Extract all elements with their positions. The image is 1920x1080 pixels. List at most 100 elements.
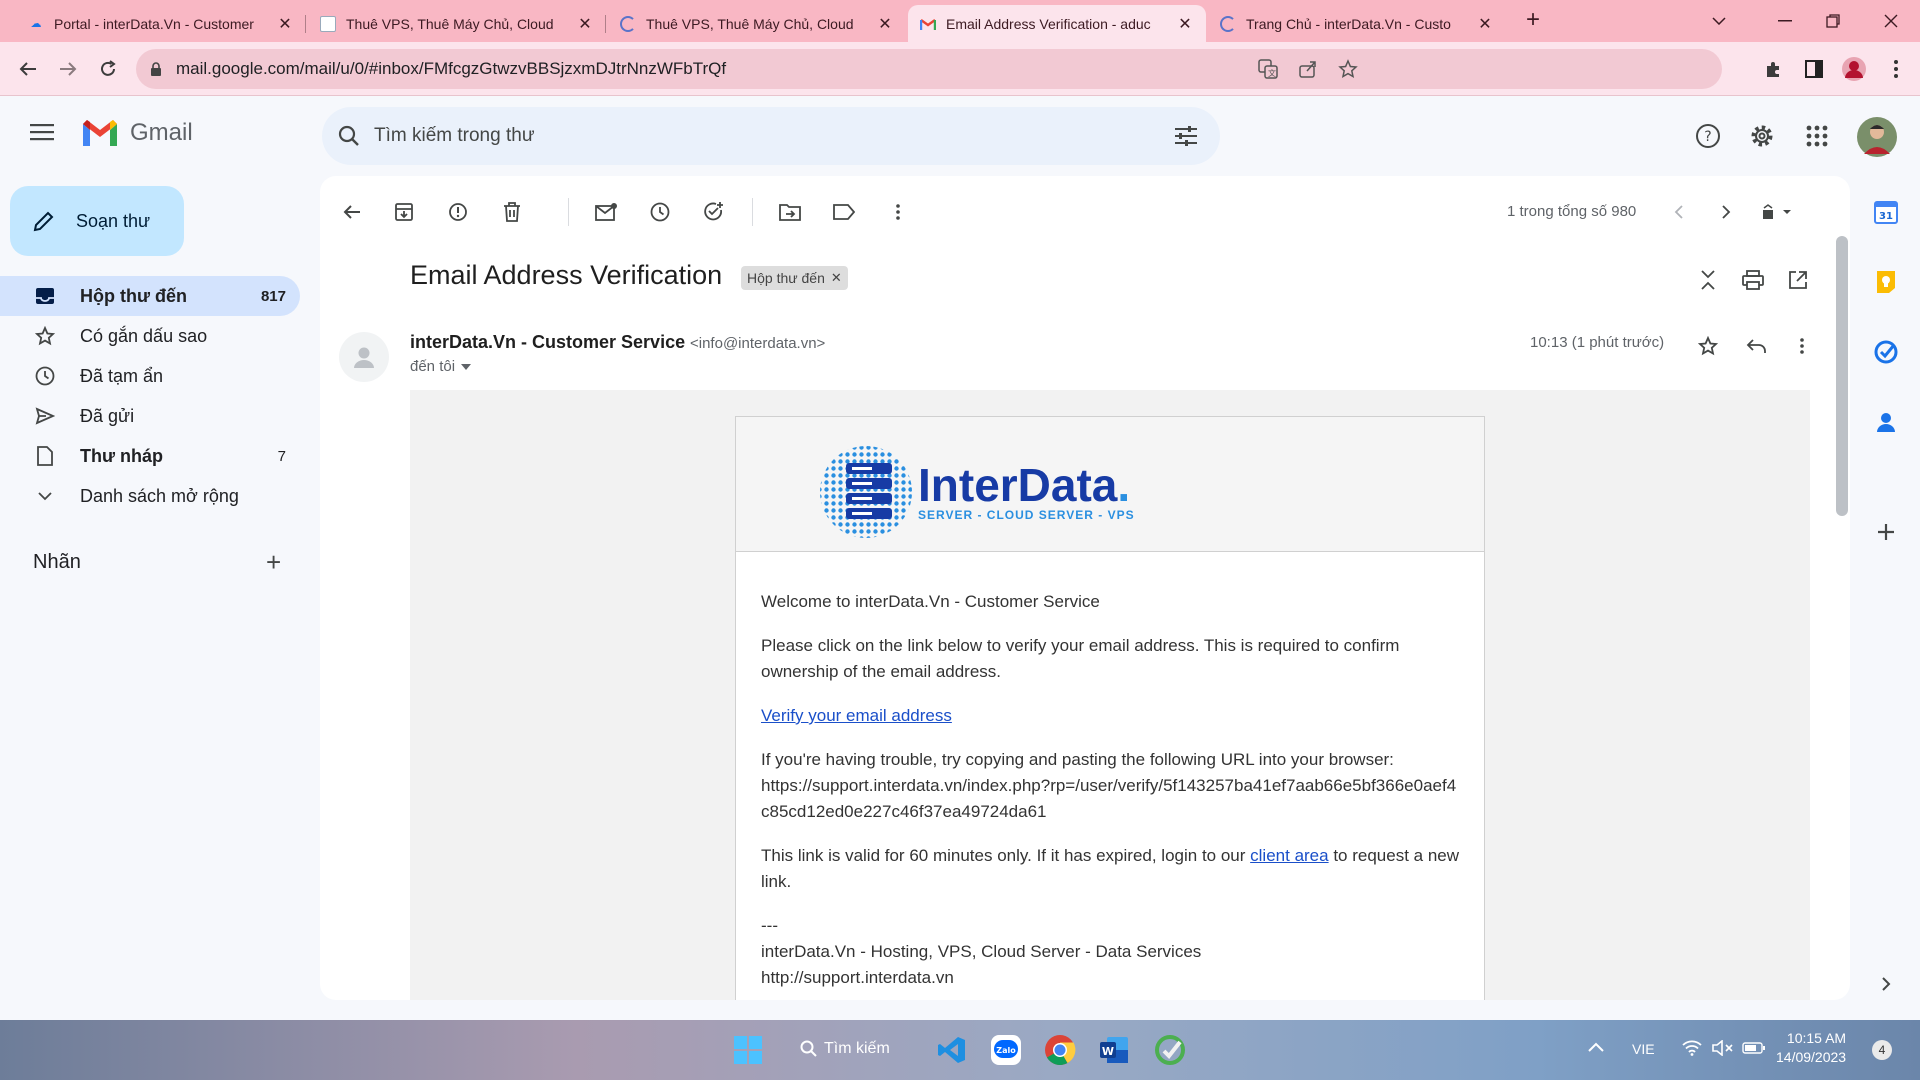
contacts-icon[interactable] [1868,404,1904,440]
apps-grid-icon[interactable] [1799,118,1835,154]
share-icon[interactable] [1298,59,1318,79]
taskbar-clock[interactable]: 10:15 AM 14/09/2023 [1776,1029,1846,1067]
taskbar-search[interactable]: Tìm kiếm [800,1040,890,1058]
translate-icon[interactable]: 文 [1258,59,1278,79]
search-options-icon[interactable] [1174,125,1198,147]
search-input[interactable] [374,107,1154,165]
email-header-banner: InterData. SERVER - CLOUD SERVER - VPS [736,417,1484,552]
sidebar-item-inbox[interactable]: Hộp thư đến 817 [0,276,300,316]
sidebar-item-more[interactable]: Danh sách mở rộng [0,476,300,516]
tab-title: Email Address Verification - aduc [946,15,1151,32]
add-task-icon[interactable] [696,194,732,230]
wifi-icon[interactable] [1682,1040,1702,1056]
message-scrollbar[interactable] [1836,236,1848,516]
notification-badge[interactable]: 4 [1872,1040,1892,1060]
inbox-label-chip[interactable]: Hộp thư đến ✕ [741,266,848,290]
toolbar-divider [752,198,753,226]
extensions-icon[interactable] [1760,55,1788,83]
reply-icon[interactable] [1738,328,1774,364]
browser-tab-vps-2[interactable]: Thuê VPS, Thuê Máy Chủ, Cloud ✕ [608,5,906,42]
unread-count: 817 [260,287,286,305]
battery-icon[interactable] [1742,1042,1766,1054]
back-button[interactable] [14,55,42,83]
browser-tab-trang-chu[interactable]: Trang Chủ - interData.Vn - Custo ✕ [1208,5,1506,42]
report-spam-icon[interactable] [440,194,476,230]
star-message-icon[interactable] [1690,328,1726,364]
sender-avatar[interactable] [339,332,389,382]
minimize-button[interactable] [1770,6,1800,36]
print-icon[interactable] [1735,262,1771,298]
sidebar-item-drafts[interactable]: Thư nháp 7 [0,436,300,476]
browser-tab-vps-1[interactable]: Thuê VPS, Thuê Máy Chủ, Cloud ✕ [308,5,606,42]
calendar-icon[interactable]: 31 [1868,194,1904,230]
main-menu-icon[interactable] [30,122,56,142]
sidebar-item-snoozed[interactable]: Đã tạm ẩn [0,356,300,396]
sender-name[interactable]: interData.Vn - Customer Service [410,332,685,353]
app-icon[interactable] [1150,1030,1190,1070]
tab-title: Thuê VPS, Thuê Máy Chủ, Cloud [646,15,854,32]
windows-start-icon[interactable] [728,1030,768,1070]
mark-unread-icon[interactable] [588,194,624,230]
pencil-icon [33,211,54,232]
close-tab-icon[interactable]: ✕ [1176,14,1194,34]
language-indicator[interactable]: VIE [1632,1041,1655,1057]
sidebar-item-sent[interactable]: Đã gửi [0,396,300,436]
close-tab-icon[interactable]: ✕ [1476,14,1494,34]
forward-button[interactable] [54,55,82,83]
snooze-clock-icon[interactable] [642,194,678,230]
word-icon[interactable]: W [1094,1030,1134,1070]
close-window-button[interactable] [1876,6,1906,36]
more-actions-icon[interactable] [880,194,916,230]
move-to-folder-icon[interactable] [772,194,808,230]
settings-gear-icon[interactable] [1744,118,1780,154]
label-tag-icon[interactable] [826,194,862,230]
restore-button[interactable] [1818,6,1848,36]
new-tab-button[interactable]: + [1520,8,1546,34]
older-chevron-right-icon[interactable] [1708,194,1744,230]
recipient-details[interactable]: đến tôi [410,358,472,375]
side-panel-icon[interactable] [1800,55,1828,83]
close-tab-icon[interactable]: ✕ [276,14,294,34]
browser-tab-portal[interactable]: ☁ Portal - interData.Vn - Customer ✕ [16,5,306,42]
newer-chevron-left-icon[interactable] [1660,194,1696,230]
tab-search-button[interactable] [1704,6,1734,36]
browser-tab-gmail[interactable]: Email Address Verification - aduc ✕ [908,5,1206,42]
verify-email-link[interactable]: Verify your email address [761,706,952,725]
account-avatar[interactable] [1856,116,1898,158]
help-icon[interactable]: ? [1690,118,1726,154]
collapse-all-icon[interactable] [1690,262,1726,298]
address-bar[interactable]: mail.google.com/mail/u/0/#inbox/FMfcgzGt… [136,49,1722,89]
close-tab-icon[interactable]: ✕ [576,14,594,34]
get-addons-plus-icon[interactable] [1868,514,1904,550]
input-tools-icon[interactable] [1754,194,1804,230]
browser-menu-icon[interactable] [1882,55,1910,83]
tab-title: Trang Chủ - interData.Vn - Custo [1246,15,1451,32]
vscode-icon[interactable] [932,1030,972,1070]
sidebar-item-starred[interactable]: Có gắn dấu sao [0,316,300,356]
tasks-icon[interactable] [1868,334,1904,370]
profile-avatar[interactable] [1840,55,1868,83]
delete-trash-icon[interactable] [494,194,530,230]
back-to-inbox-button[interactable] [334,194,370,230]
volume-muted-icon[interactable] [1712,1040,1734,1056]
lock-icon[interactable] [150,62,162,76]
show-side-panel-chevron-right-icon[interactable] [1868,966,1904,1002]
zalo-icon[interactable]: Zalo [986,1030,1026,1070]
message-more-icon[interactable] [1784,328,1820,364]
reload-button[interactable] [94,55,122,83]
close-tab-icon[interactable]: ✕ [876,14,894,34]
chrome-icon[interactable] [1040,1030,1080,1070]
compose-button[interactable]: Soạn thư [10,186,184,256]
client-area-link[interactable]: client area [1250,846,1328,865]
add-label-button[interactable]: + [266,549,281,575]
search-icon[interactable] [338,125,360,147]
page-icon [320,15,336,32]
remove-label-icon[interactable]: ✕ [831,270,842,286]
gmail-logo[interactable]: Gmail [80,118,193,148]
archive-icon[interactable] [386,194,422,230]
bookmark-star-icon[interactable] [1338,59,1358,79]
keep-icon[interactable] [1868,264,1904,300]
open-in-new-window-icon[interactable] [1780,262,1816,298]
mail-search-bar [322,107,1220,165]
show-hidden-icons-chevron-up-icon[interactable] [1588,1042,1604,1052]
